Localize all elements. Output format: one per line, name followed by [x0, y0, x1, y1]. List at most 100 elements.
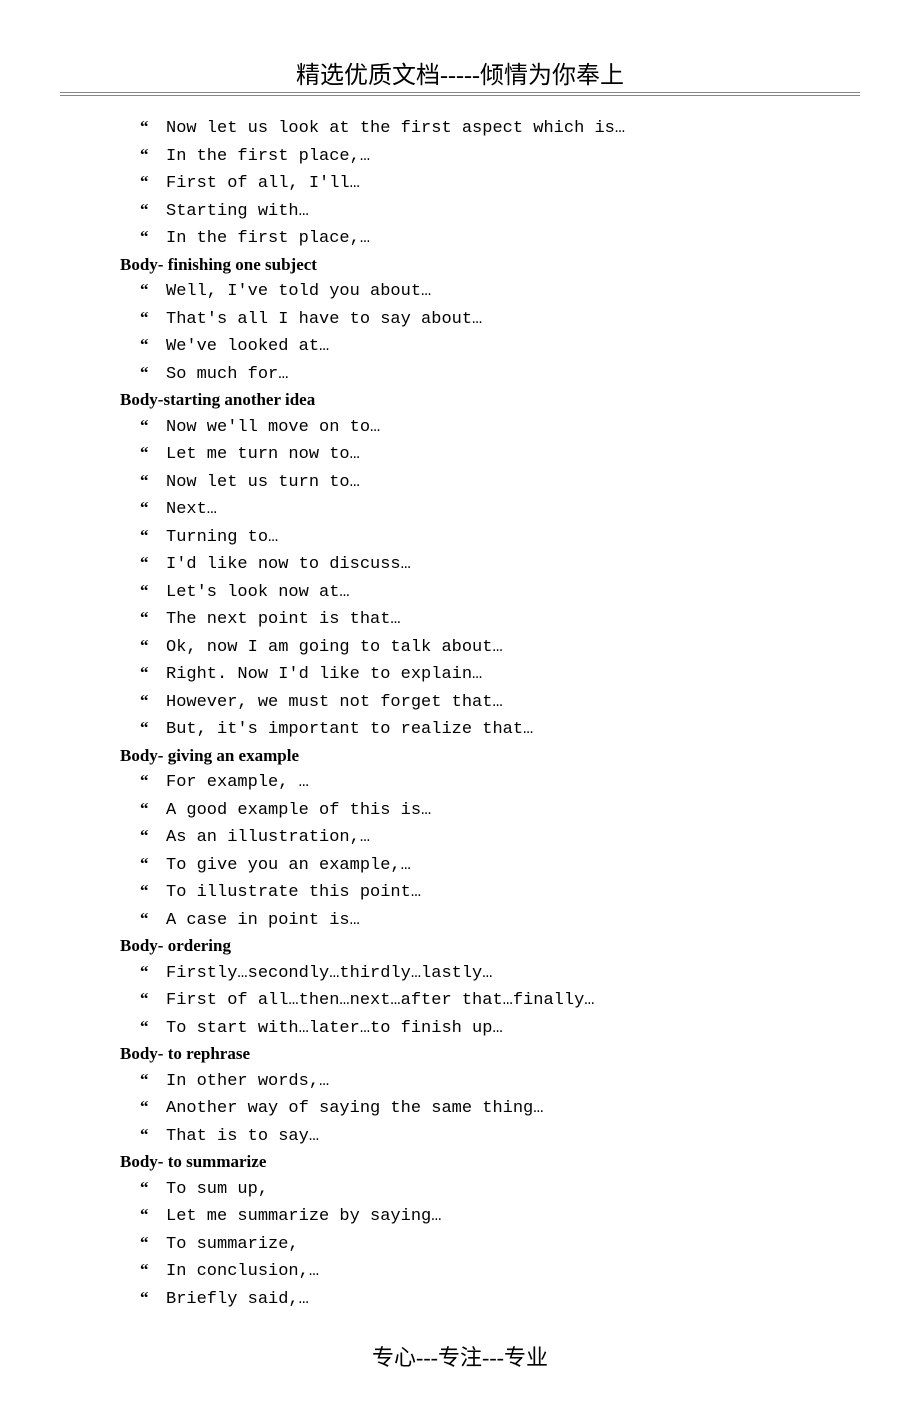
list-item: “Another way of saying the same thing…	[140, 1094, 840, 1122]
quote-mark-icon: “	[140, 1175, 166, 1201]
section-heading: Body-starting another idea	[120, 387, 840, 413]
quote-mark-icon: “	[140, 114, 166, 140]
list-item-text: However, we must not forget that…	[166, 693, 503, 712]
list-item: “But, it's important to realize that…	[140, 715, 840, 743]
quote-mark-icon: “	[140, 578, 166, 604]
section-heading: Body- ordering	[120, 933, 840, 959]
list-item-text: But, it's important to realize that…	[166, 720, 533, 739]
list-item-text: Ok, now I am going to talk about…	[166, 638, 503, 657]
list-item-text: A good example of this is…	[166, 801, 431, 820]
list-item-text: In conclusion,…	[166, 1262, 319, 1281]
page-footer: 专心---专注---专业	[60, 1340, 860, 1372]
list-item-text: Let me turn now to…	[166, 445, 360, 464]
quote-mark-icon: “	[140, 1122, 166, 1148]
quote-mark-icon: “	[140, 688, 166, 714]
quote-mark-icon: “	[140, 1285, 166, 1311]
list-item-text: Well, I've told you about…	[166, 282, 431, 301]
list-item-text: Turning to…	[166, 528, 278, 547]
list-item: “Now we'll move on to…	[140, 413, 840, 441]
quote-mark-icon: “	[140, 523, 166, 549]
list-item-text: That's all I have to say about…	[166, 310, 482, 329]
quote-mark-icon: “	[140, 796, 166, 822]
quote-mark-icon: “	[140, 878, 166, 904]
list-item: “Let me turn now to…	[140, 440, 840, 468]
list-item: “To start with…later…to finish up…	[140, 1014, 840, 1042]
quote-mark-icon: “	[140, 169, 166, 195]
quote-mark-icon: “	[140, 550, 166, 576]
list-item-text: Right. Now I'd like to explain…	[166, 665, 482, 684]
quote-mark-icon: “	[140, 1094, 166, 1120]
list-item: “I'd like now to discuss…	[140, 550, 840, 578]
list-item: “Firstly…secondly…thirdly…lastly…	[140, 959, 840, 987]
quote-mark-icon: “	[140, 986, 166, 1012]
list-item-text: The next point is that…	[166, 610, 401, 629]
quote-mark-icon: “	[140, 906, 166, 932]
list-item: “For example, …	[140, 768, 840, 796]
quote-mark-icon: “	[140, 660, 166, 686]
quote-mark-icon: “	[140, 224, 166, 250]
list-item: “That's all I have to say about…	[140, 305, 840, 333]
list-item: “In other words,…	[140, 1067, 840, 1095]
list-item: “Next…	[140, 495, 840, 523]
list-item-text: That is to say…	[166, 1127, 319, 1146]
list-item: “So much for…	[140, 360, 840, 388]
document-page: 精选优质文档-----倾情为你奉上 “Now let us look at th…	[0, 0, 920, 1412]
list-item: “Starting with…	[140, 197, 840, 225]
list-item-text: To start with…later…to finish up…	[166, 1019, 503, 1038]
list-item: “Now let us look at the first aspect whi…	[140, 114, 840, 142]
quote-mark-icon: “	[140, 768, 166, 794]
list-item: “Let's look now at…	[140, 578, 840, 606]
quote-mark-icon: “	[140, 959, 166, 985]
quote-mark-icon: “	[140, 1230, 166, 1256]
list-item-text: Now let us turn to…	[166, 473, 360, 492]
quote-mark-icon: “	[140, 823, 166, 849]
list-item-text: For example, …	[166, 773, 309, 792]
quote-mark-icon: “	[140, 440, 166, 466]
list-item: “To summarize,	[140, 1230, 840, 1258]
list-item-text: Briefly said,…	[166, 1290, 309, 1309]
list-item-text: So much for…	[166, 365, 288, 384]
list-item: “Let me summarize by saying…	[140, 1202, 840, 1230]
list-item-text: I'd like now to discuss…	[166, 555, 411, 574]
page-header: 精选优质文档-----倾情为你奉上	[60, 55, 860, 90]
list-item-text: Next…	[166, 500, 217, 519]
list-item-text: Let's look now at…	[166, 583, 350, 602]
list-item: “A case in point is…	[140, 906, 840, 934]
quote-mark-icon: “	[140, 605, 166, 631]
quote-mark-icon: “	[140, 495, 166, 521]
list-item: “To illustrate this point…	[140, 878, 840, 906]
quote-mark-icon: “	[140, 305, 166, 331]
list-item: “To give you an example,…	[140, 851, 840, 879]
quote-mark-icon: “	[140, 1067, 166, 1093]
list-item: “To sum up,	[140, 1175, 840, 1203]
quote-mark-icon: “	[140, 197, 166, 223]
list-item-text: In other words,…	[166, 1072, 329, 1091]
quote-mark-icon: “	[140, 851, 166, 877]
section-heading: Body- giving an example	[120, 743, 840, 769]
quote-mark-icon: “	[140, 1202, 166, 1228]
list-item-text: A case in point is…	[166, 911, 360, 930]
list-item: “First of all…then…next…after that…final…	[140, 986, 840, 1014]
list-item: “Well, I've told you about…	[140, 277, 840, 305]
list-item: “Turning to…	[140, 523, 840, 551]
list-item-text: To summarize,	[166, 1235, 299, 1254]
quote-mark-icon: “	[140, 715, 166, 741]
document-content: “Now let us look at the first aspect whi…	[60, 114, 860, 1312]
list-item-text: First of all, I'll…	[166, 174, 360, 193]
list-item: “As an illustration,…	[140, 823, 840, 851]
list-item: “That is to say…	[140, 1122, 840, 1150]
list-item-text: We've looked at…	[166, 337, 329, 356]
list-item: “In the first place,…	[140, 224, 840, 252]
quote-mark-icon: “	[140, 277, 166, 303]
quote-mark-icon: “	[140, 1257, 166, 1283]
quote-mark-icon: “	[140, 142, 166, 168]
list-item: “We've looked at…	[140, 332, 840, 360]
section-heading: Body- finishing one subject	[120, 252, 840, 278]
list-item: “The next point is that…	[140, 605, 840, 633]
list-item-text: Firstly…secondly…thirdly…lastly…	[166, 964, 492, 983]
list-item: “Ok, now I am going to talk about…	[140, 633, 840, 661]
list-item: “In conclusion,…	[140, 1257, 840, 1285]
list-item: “Briefly said,…	[140, 1285, 840, 1313]
list-item-text: Starting with…	[166, 202, 309, 221]
quote-mark-icon: “	[140, 1014, 166, 1040]
